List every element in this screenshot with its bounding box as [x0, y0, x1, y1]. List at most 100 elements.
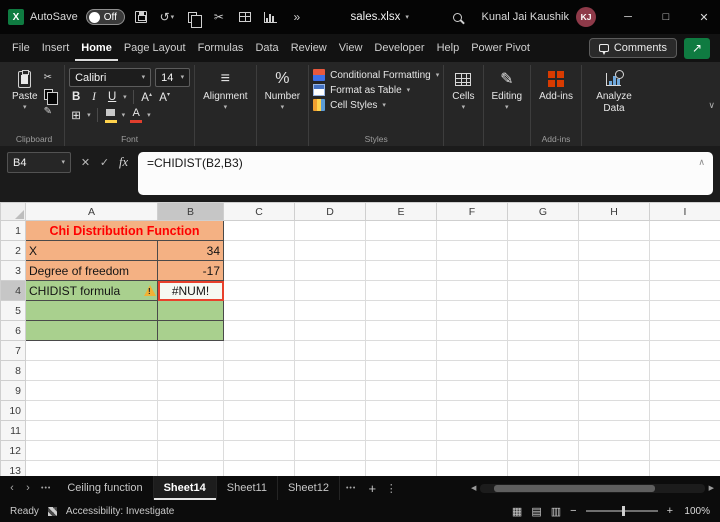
ribbon-collapse-button[interactable]: ∨: [708, 100, 715, 111]
normal-view-button[interactable]: ▦: [512, 505, 522, 518]
column-header-H[interactable]: H: [578, 202, 650, 221]
cell-B5[interactable]: [157, 300, 224, 321]
cell-C2[interactable]: [223, 240, 295, 261]
cell-D11[interactable]: [294, 420, 366, 441]
column-header-A[interactable]: A: [25, 202, 158, 221]
cell-I13[interactable]: [649, 460, 720, 476]
formula-input[interactable]: =CHIDIST(B2,B3) ∧: [138, 152, 713, 195]
cell-E6[interactable]: [365, 320, 437, 341]
cell-D2[interactable]: [294, 240, 366, 261]
menu-tab-file[interactable]: File: [6, 36, 36, 61]
cell-C5[interactable]: [223, 300, 295, 321]
cell-H11[interactable]: [578, 420, 650, 441]
cell-F6[interactable]: [436, 320, 508, 341]
cell-C7[interactable]: [223, 340, 295, 361]
sheet-tab-sheet12[interactable]: Sheet12: [278, 476, 340, 500]
cell-E11[interactable]: [365, 420, 437, 441]
scrollbar-track[interactable]: [480, 483, 705, 493]
cell-G1[interactable]: [507, 220, 579, 241]
cell-I5[interactable]: [649, 300, 720, 321]
cell-C3[interactable]: [223, 260, 295, 281]
cell-B4[interactable]: #NUM!: [157, 280, 224, 301]
new-sheet-button[interactable]: +: [362, 481, 382, 496]
cell-F10[interactable]: [436, 400, 508, 421]
cell-H7[interactable]: [578, 340, 650, 361]
cell-C6[interactable]: [223, 320, 295, 341]
previous-sheet-button[interactable]: ‹: [5, 482, 19, 494]
name-box[interactable]: B4 ▾: [7, 152, 71, 173]
cell-H8[interactable]: [578, 360, 650, 381]
cell-B10[interactable]: [157, 400, 224, 421]
cell-C10[interactable]: [223, 400, 295, 421]
menu-tab-power-pivot[interactable]: Power Pivot: [465, 36, 536, 61]
cell-C13[interactable]: [223, 460, 295, 476]
alignment-button[interactable]: ≡ Alignment ▾: [199, 66, 251, 114]
copy-small-button[interactable]: ▾: [43, 87, 58, 105]
sheet-tab-sheet14[interactable]: Sheet14: [153, 476, 217, 500]
borders-button[interactable]: ⊞: [69, 108, 83, 122]
cell-G12[interactable]: [507, 440, 579, 461]
cell-H3[interactable]: [578, 260, 650, 281]
cell-B13[interactable]: [157, 460, 224, 476]
cell-F13[interactable]: [436, 460, 508, 476]
cell-G11[interactable]: [507, 420, 579, 441]
cell-E1[interactable]: [365, 220, 437, 241]
horizontal-scrollbar[interactable]: ◀ ▶: [465, 483, 720, 493]
bold-button[interactable]: B: [69, 91, 83, 103]
cell-H9[interactable]: [578, 380, 650, 401]
cell-F4[interactable]: [436, 280, 508, 301]
row-header-13[interactable]: 13: [0, 460, 26, 476]
font-name-select[interactable]: Calibri ▾: [69, 68, 152, 87]
cell-G5[interactable]: [507, 300, 579, 321]
cell-B2[interactable]: 34: [157, 240, 224, 261]
menu-tab-review[interactable]: Review: [285, 36, 333, 61]
cells-button[interactable]: Cells ▾: [448, 66, 478, 114]
cell-G2[interactable]: [507, 240, 579, 261]
cell-H1[interactable]: [578, 220, 650, 241]
cell-F2[interactable]: [436, 240, 508, 261]
increase-font-button[interactable]: A▴: [140, 91, 154, 103]
sheet-tab-sheet11[interactable]: Sheet11: [217, 476, 278, 500]
zoom-in-button[interactable]: +: [667, 505, 673, 517]
cell-D1[interactable]: [294, 220, 366, 241]
menu-tab-help[interactable]: Help: [431, 36, 466, 61]
cell-F3[interactable]: [436, 260, 508, 281]
cell-E5[interactable]: [365, 300, 437, 321]
cell-C9[interactable]: [223, 380, 295, 401]
decrease-font-button[interactable]: A▾: [158, 91, 172, 103]
scrollbar-thumb[interactable]: [493, 484, 656, 492]
column-header-B[interactable]: B: [157, 202, 224, 221]
cell-D6[interactable]: [294, 320, 366, 341]
column-header-E[interactable]: E: [365, 202, 437, 221]
conditional-formatting-button[interactable]: Conditional Formatting ▾: [313, 69, 439, 81]
cell-C12[interactable]: [223, 440, 295, 461]
cell-A8[interactable]: [25, 360, 158, 381]
cell-D13[interactable]: [294, 460, 366, 476]
formula-bar-collapse-button[interactable]: ∧: [698, 157, 705, 168]
enter-button[interactable]: ✓: [95, 156, 114, 169]
cell-I7[interactable]: [649, 340, 720, 361]
cell-H4[interactable]: [578, 280, 650, 301]
row-header-12[interactable]: 12: [0, 440, 26, 461]
qat-overflow-button[interactable]: »: [287, 5, 307, 29]
cell-E3[interactable]: [365, 260, 437, 281]
cell-I2[interactable]: [649, 240, 720, 261]
cell-D8[interactable]: [294, 360, 366, 381]
accessibility-status[interactable]: Accessibility: Investigate: [66, 506, 174, 517]
cell-D3[interactable]: [294, 260, 366, 281]
cell-F8[interactable]: [436, 360, 508, 381]
row-header-1[interactable]: 1: [0, 220, 26, 241]
zoom-slider[interactable]: [585, 506, 658, 516]
cell-G6[interactable]: [507, 320, 579, 341]
cell-F7[interactable]: [436, 340, 508, 361]
row-header-7[interactable]: 7: [0, 340, 26, 361]
cancel-button[interactable]: ✕: [76, 156, 95, 169]
zoom-level[interactable]: 100%: [682, 506, 710, 517]
select-all-button[interactable]: [0, 202, 26, 221]
cell-A3[interactable]: Degree of freedom: [25, 260, 158, 281]
format-painter-button[interactable]: ✎: [44, 104, 59, 118]
undo-button[interactable]: ↺ ▾: [157, 5, 177, 29]
font-size-select[interactable]: 14 ▾: [155, 68, 191, 87]
row-header-3[interactable]: 3: [0, 260, 26, 281]
menu-tab-insert[interactable]: Insert: [36, 36, 76, 61]
